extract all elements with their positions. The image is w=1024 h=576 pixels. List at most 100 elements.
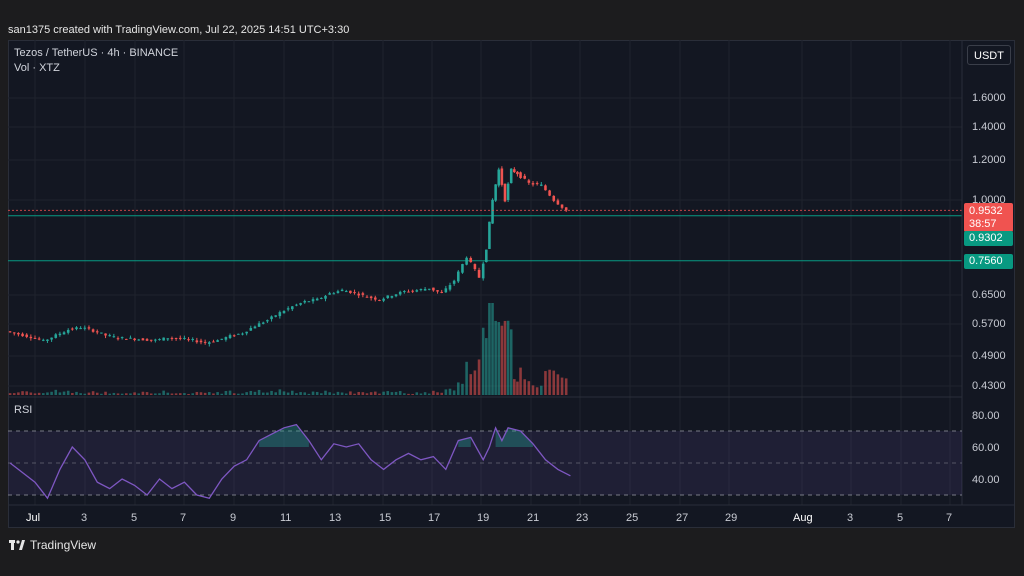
candle-body <box>419 289 423 291</box>
volume-bar <box>245 392 248 395</box>
candle-body <box>535 183 539 185</box>
volume-bar <box>503 320 507 395</box>
volume-bar <box>29 392 33 395</box>
time-tick: 17 <box>428 512 441 524</box>
rsi-tick: 80.00 <box>972 410 1000 422</box>
candle-body <box>33 337 37 339</box>
candle-body <box>212 341 215 343</box>
candle-body <box>519 172 522 179</box>
candle-body <box>108 335 111 337</box>
volume-bar <box>324 390 327 395</box>
candle-body <box>29 336 33 339</box>
candle-body <box>382 298 385 301</box>
volume-bar <box>390 392 394 395</box>
volume-bar <box>149 393 153 395</box>
candle-body <box>390 296 394 298</box>
candle-body <box>149 339 153 341</box>
volume-bar <box>274 392 277 395</box>
candle-body <box>66 329 70 333</box>
volume-bar <box>523 379 526 395</box>
price-chart[interactable] <box>0 0 1024 576</box>
time-tick: Aug <box>793 512 813 524</box>
candle-body <box>12 332 16 334</box>
volume-bar <box>299 392 302 395</box>
volume-bar <box>257 389 261 395</box>
volume-bar <box>166 392 170 395</box>
candle-body <box>62 332 66 335</box>
time-tick: 5 <box>131 512 138 524</box>
candle-body <box>257 323 261 327</box>
candle-body <box>503 183 507 202</box>
volume-bar <box>278 389 282 395</box>
tradingview-brand: TradingView <box>9 538 96 552</box>
volume-bar <box>500 325 504 395</box>
volume-bar <box>71 393 74 395</box>
candle-body <box>336 291 340 294</box>
volume-bar <box>531 385 535 395</box>
volume-bar <box>203 392 207 395</box>
volume-bar <box>237 393 240 395</box>
candle-body <box>21 333 24 337</box>
candle-body <box>491 199 494 224</box>
candle-body <box>195 340 199 343</box>
candle-body <box>513 169 516 173</box>
volume-bar <box>191 393 194 395</box>
volume-bar <box>497 322 501 395</box>
volume-bar <box>465 361 468 395</box>
rsi-legend[interactable]: RSI <box>14 404 32 416</box>
candle-body <box>423 288 427 291</box>
volume-bar <box>336 391 340 395</box>
candle-body <box>141 338 145 341</box>
time-tick: 25 <box>626 512 639 524</box>
volume-bar <box>444 389 448 395</box>
candle-body <box>162 337 165 341</box>
volume-bar <box>344 393 348 395</box>
candle-body <box>324 295 327 299</box>
symbol-legend[interactable]: Tezos / TetherUS · 4h · BINANCE <box>14 47 178 59</box>
volume-bar <box>42 393 45 395</box>
volume-bar <box>419 393 423 395</box>
candle-body <box>299 303 302 305</box>
candle-countdown: 38:57 <box>969 218 997 230</box>
volume-bar <box>432 390 435 395</box>
volume-bar <box>353 393 356 395</box>
volume-bar <box>33 393 37 395</box>
candle-body <box>91 329 95 332</box>
candle-body <box>349 290 352 293</box>
time-tick: 29 <box>725 512 738 524</box>
candle-body <box>340 289 344 292</box>
candle-body <box>291 306 294 310</box>
candle-body <box>286 308 290 310</box>
volume-bar <box>382 391 385 395</box>
candle-body <box>270 316 273 320</box>
volume-bar <box>540 385 543 395</box>
candle-body <box>488 221 491 249</box>
candle-body <box>509 168 513 184</box>
candle-body <box>497 169 501 186</box>
volume-bar <box>195 391 199 395</box>
volume-bar <box>208 392 211 395</box>
time-tick: 27 <box>676 512 689 524</box>
volume-bar <box>100 393 103 395</box>
horizontal-levels <box>8 215 962 262</box>
candle-body <box>203 341 207 343</box>
candle-body <box>71 328 74 330</box>
candle-body <box>125 338 128 340</box>
candle-body <box>378 299 381 301</box>
candle-body <box>315 298 319 301</box>
volume-bar <box>448 388 452 395</box>
price-tick: 1.6000 <box>972 92 1006 104</box>
currency-button[interactable]: USDT <box>967 45 1011 65</box>
candle-body <box>448 285 452 290</box>
candle-body <box>224 337 228 340</box>
volume-bar <box>527 381 531 395</box>
volume-bar <box>261 392 265 395</box>
candle-body <box>477 269 481 278</box>
candle-body <box>249 328 253 331</box>
candle-body <box>328 293 331 295</box>
volume-bar <box>17 392 20 395</box>
volume-legend[interactable]: Vol · XTZ <box>14 62 60 74</box>
candle-body <box>183 337 186 339</box>
candle-body <box>253 326 257 329</box>
candle-body <box>100 332 103 334</box>
